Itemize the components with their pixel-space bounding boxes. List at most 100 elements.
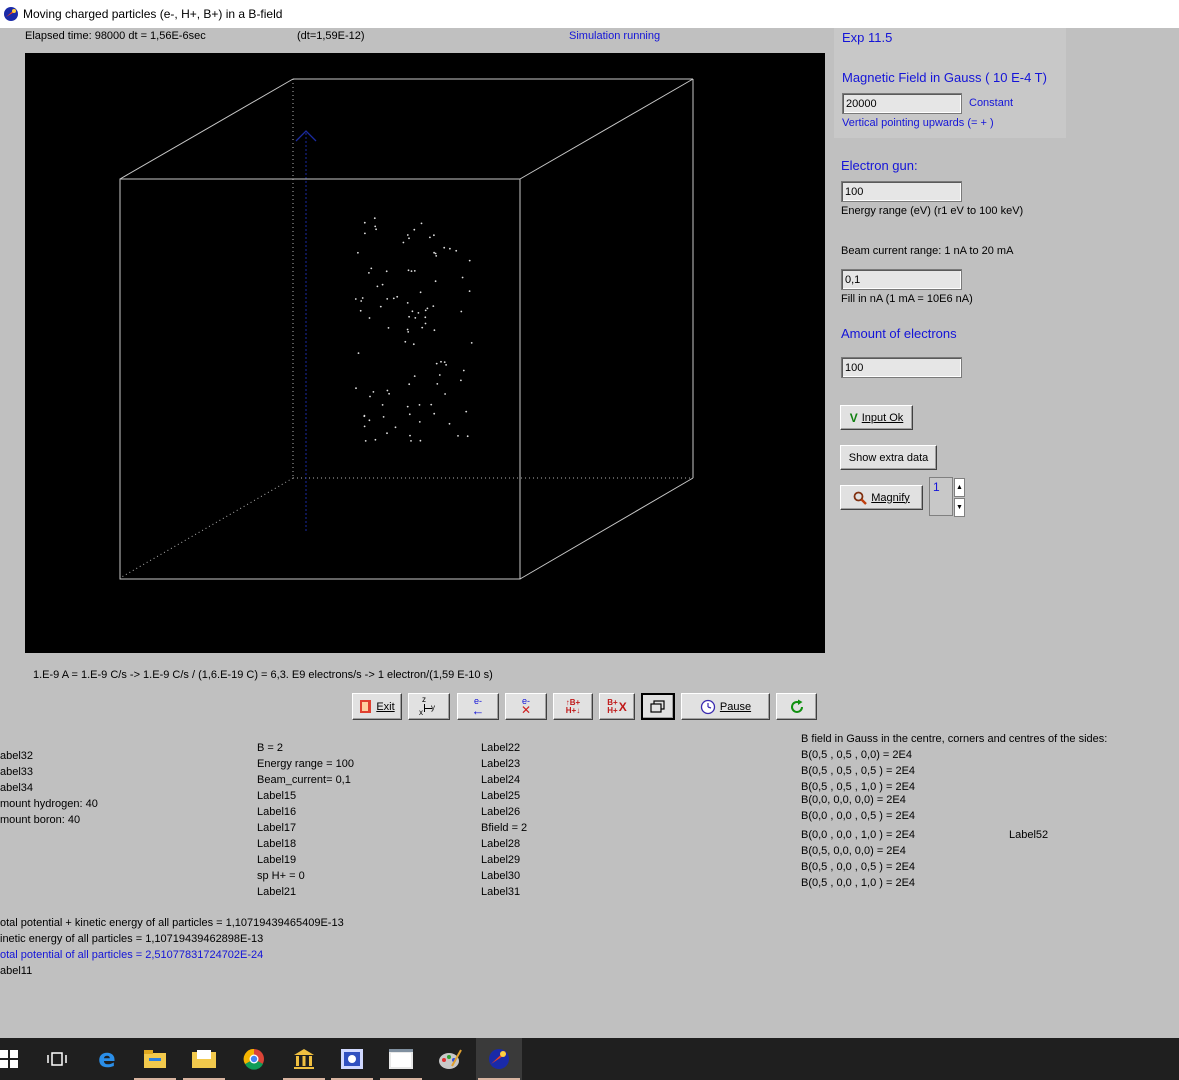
label-item: Label29 <box>481 854 521 866</box>
beam-current-input[interactable] <box>841 269 962 290</box>
kinetic-energy: inetic energy of all particles = 1,10719… <box>0 933 264 945</box>
magnify-spin-field[interactable]: 1 <box>929 477 953 516</box>
particle <box>369 395 371 398</box>
show-extra-data-label: Show extra data <box>848 451 929 464</box>
particle <box>435 362 438 365</box>
cube-edge <box>519 477 694 580</box>
particle <box>435 255 438 257</box>
input-ok-button[interactable]: V Input Ok <box>840 405 913 430</box>
file-explorer-icon[interactable] <box>132 1038 178 1080</box>
particle <box>417 312 420 314</box>
chrome-icon[interactable] <box>231 1038 277 1080</box>
label-column-3: Label22 Label23 Label24 Label25 Label26 … <box>481 740 527 900</box>
particle <box>433 234 435 237</box>
particle <box>408 413 411 416</box>
elapsed-time: Elapsed time: 98000 dt = 1,56E-6sec <box>25 30 206 42</box>
particle <box>357 352 360 354</box>
particle <box>465 410 468 413</box>
exit-button[interactable]: Exit <box>352 693 402 720</box>
particle <box>413 228 416 231</box>
label-item: Label31 <box>481 886 521 898</box>
restart-button[interactable] <box>776 693 817 720</box>
remove-ions-button[interactable]: B+ H+ X <box>599 693 635 720</box>
label-item: abel34 <box>0 782 34 794</box>
mail-folder-icon[interactable] <box>181 1038 227 1080</box>
ions-remove-icon: B+ H+ X <box>607 697 627 715</box>
particle <box>368 317 371 319</box>
refresh-icon <box>790 699 803 713</box>
exit-door-icon <box>360 700 372 713</box>
pause-button[interactable]: Pause <box>681 693 770 720</box>
bfield-input[interactable] <box>842 93 962 114</box>
energy-input[interactable] <box>841 181 962 202</box>
particle <box>361 297 364 299</box>
particle <box>355 387 357 390</box>
particle <box>408 237 410 240</box>
particle <box>445 364 447 366</box>
cube-front-face <box>119 178 521 580</box>
swap-ions-button[interactable]: ↑B+ H+↓ <box>553 693 593 720</box>
simulation-status: Simulation running <box>569 30 661 42</box>
axes-view-button[interactable]: z y x <box>408 693 450 720</box>
remove-electron-button[interactable]: e- ✕ <box>505 693 547 720</box>
amount-electrons-input[interactable] <box>841 357 962 378</box>
simulation-app-icon[interactable] <box>476 1038 522 1080</box>
particle <box>373 217 376 220</box>
window-title: Moving charged particles (e-, H+, B+) in… <box>23 7 283 21</box>
particle <box>363 425 366 428</box>
particle <box>375 228 377 231</box>
paint-icon[interactable] <box>427 1038 473 1080</box>
edge-icon[interactable]: e <box>84 1038 130 1080</box>
label-item: Bfield = 2 <box>481 822 528 834</box>
particle <box>364 440 367 442</box>
particle <box>406 328 409 331</box>
particle <box>381 283 384 286</box>
bfield-table-heading: B field in Gauss in the centre, corners … <box>801 733 1108 745</box>
particle <box>462 369 465 372</box>
particle <box>457 435 459 437</box>
window-view-button[interactable] <box>641 693 675 720</box>
particle <box>406 234 409 236</box>
particle <box>418 421 421 423</box>
particle <box>381 404 384 406</box>
particle <box>413 375 416 377</box>
label-item: Label24 <box>481 774 521 786</box>
particle <box>460 310 463 313</box>
particle <box>357 251 359 254</box>
media-icon[interactable] <box>329 1038 375 1080</box>
label-item: B = 2 <box>257 742 283 754</box>
particle <box>385 270 388 273</box>
windows-start-icon[interactable] <box>0 1038 32 1080</box>
label-item: Label23 <box>481 758 521 770</box>
window-icon[interactable] <box>378 1038 424 1080</box>
particle <box>404 340 407 343</box>
particle <box>414 317 417 319</box>
particle <box>360 300 363 302</box>
total-energy: otal potential + kinetic energy of all p… <box>0 917 344 929</box>
add-electron-button[interactable]: e- ← <box>457 693 499 720</box>
particle <box>364 232 366 235</box>
simulation-canvas <box>25 53 825 653</box>
beam-current-range: Beam current range: 1 nA to 20 mA <box>841 245 1014 257</box>
particle <box>363 221 366 224</box>
show-extra-data-button[interactable]: Show extra data <box>840 445 937 470</box>
label-item: Label26 <box>481 806 521 818</box>
particle <box>368 419 371 422</box>
magnify-button[interactable]: Magnify <box>840 485 923 510</box>
museum-icon[interactable] <box>281 1038 327 1080</box>
bfield-mode[interactable]: Constant <box>969 97 1013 109</box>
particle <box>394 426 397 429</box>
bfield-heading: Magnetic Field in Gauss ( 10 E-4 T) <box>842 70 1047 85</box>
spin-down-arrow-icon[interactable]: ▼ <box>954 498 965 517</box>
spin-up-arrow-icon[interactable]: ▲ <box>954 478 965 497</box>
particle <box>430 403 433 406</box>
magnify-label: Magnify <box>871 491 910 504</box>
label-item: sp H+ = 0 <box>257 870 305 882</box>
particle <box>419 291 422 294</box>
dt-value: (dt=1,59E-12) <box>297 30 365 42</box>
particle <box>433 251 435 254</box>
particle <box>359 309 362 312</box>
particle <box>432 305 435 307</box>
particle <box>376 285 379 288</box>
task-view-icon[interactable] <box>34 1038 80 1080</box>
